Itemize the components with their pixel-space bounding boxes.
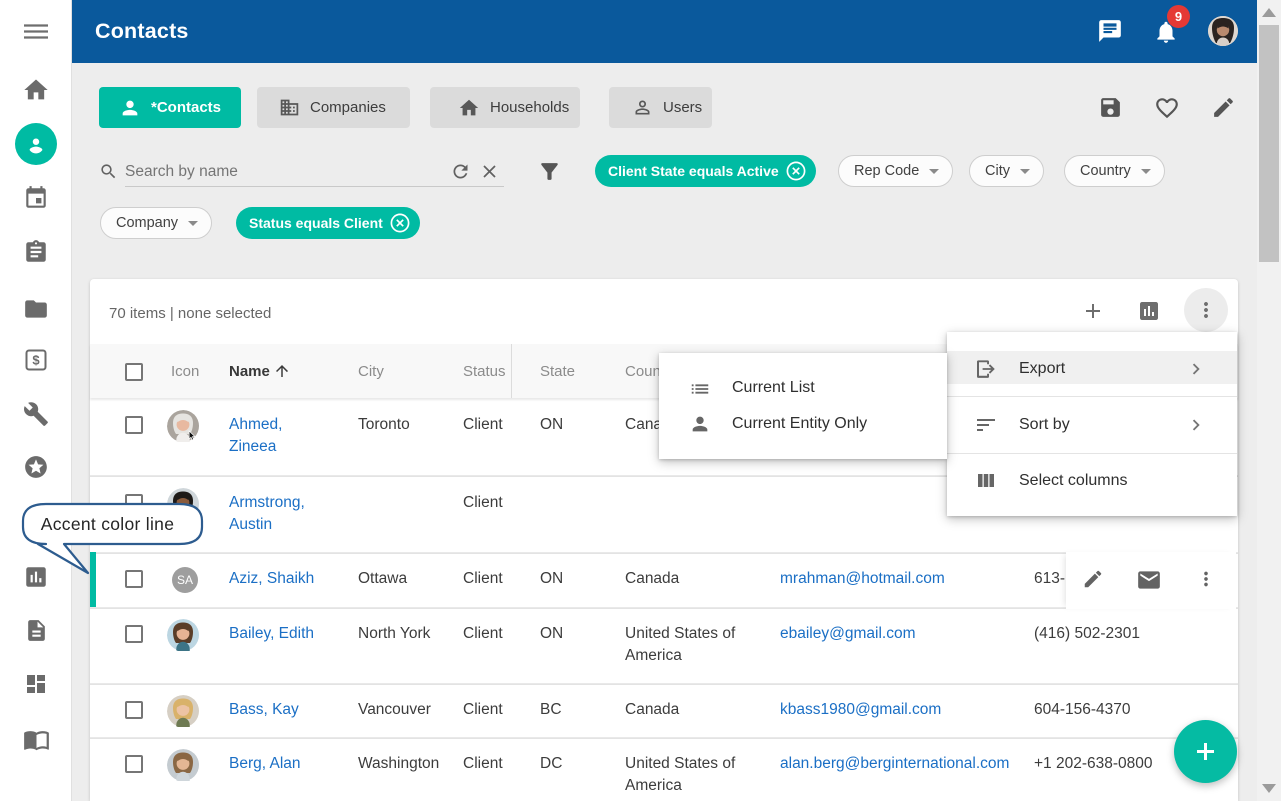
svg-text:$: $ xyxy=(32,353,40,368)
